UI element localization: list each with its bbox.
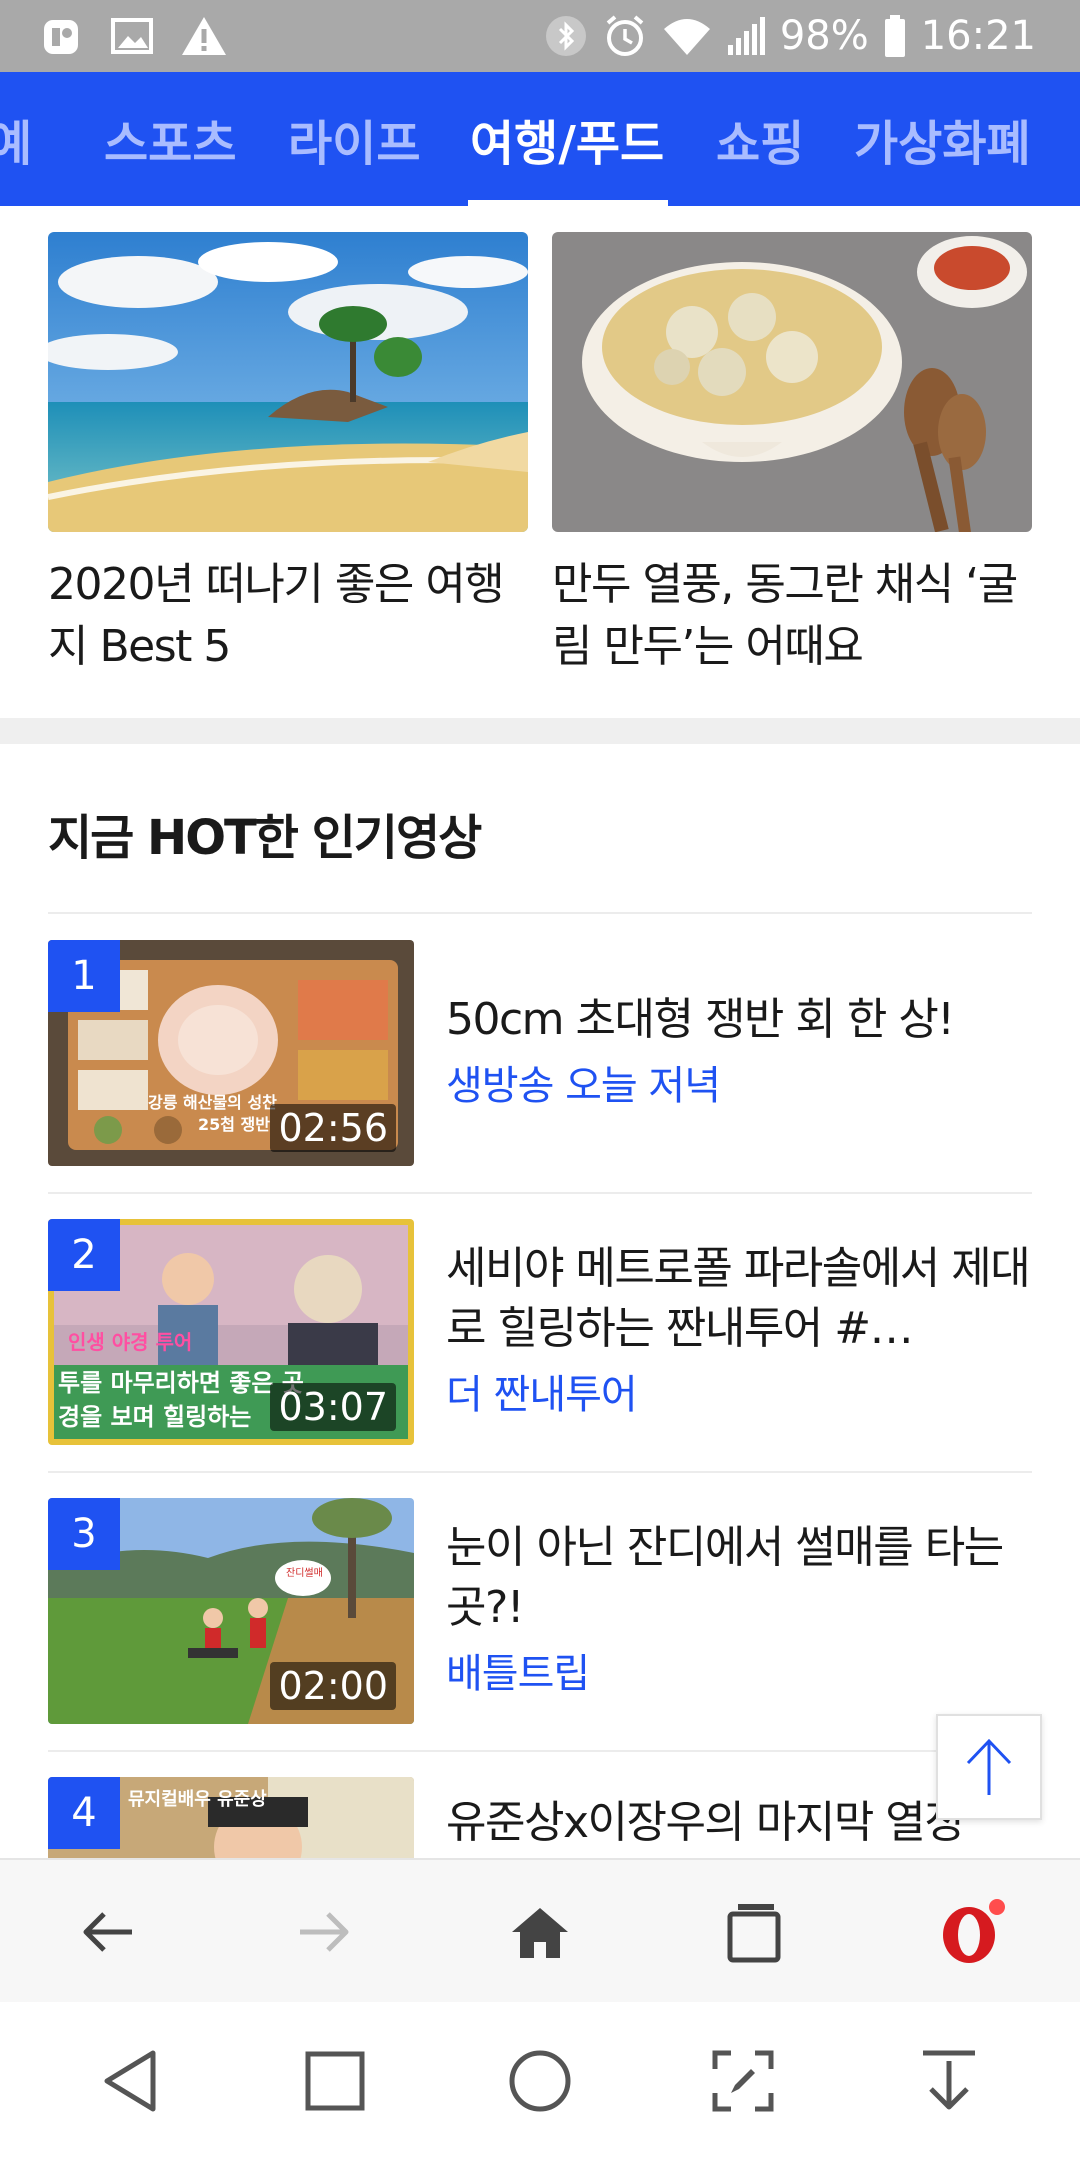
recents-square-icon — [305, 2051, 365, 2111]
video-title[interactable]: 50cm 초대형 쟁반 회 한 상! — [446, 990, 1032, 1050]
forward-arrow-icon — [300, 1912, 349, 1952]
tropical-beach-photo[interactable] — [48, 232, 528, 532]
tabs-button[interactable] — [694, 1860, 814, 2004]
video-item[interactable]: 잔디썰매 3 02:00 눈이 아닌 잔디에서 썰매를 타는 곳?! 배틀트립 — [48, 1498, 1032, 1724]
article-card[interactable]: 2020년 떠나기 좋은 여행지 Best 5 — [48, 232, 528, 678]
rank-badge: 2 — [48, 1219, 120, 1291]
wifi-icon — [662, 15, 712, 57]
article-card[interactable]: 만두 열풍, 동그란 채식 ‘굴림 만두’는 어때요 — [552, 232, 1032, 678]
duration-label: 03:07 — [270, 1383, 396, 1431]
status-indicators: 98% 16:21 — [544, 8, 1036, 64]
video-thumbnail[interactable]: 강릉 해산물의 성찬 25첩 쟁반 1 02:56 — [48, 940, 414, 1166]
screenshot-edit-icon — [712, 2050, 774, 2112]
back-arrow-icon — [83, 1912, 132, 1952]
video-item[interactable]: 뮤지컬배우 유준상 4 유준상x이장우의 마지막 열정 — [48, 1777, 1032, 1858]
battery-icon — [883, 14, 907, 58]
tab-shopping[interactable]: 쇼핑 — [716, 72, 804, 206]
system-recents-button[interactable] — [270, 2002, 400, 2160]
download-icon — [923, 2050, 975, 2110]
divider — [48, 912, 1032, 914]
tabs-icon — [727, 1904, 781, 1963]
rank-badge: 3 — [48, 1498, 120, 1570]
rank-badge: 4 — [48, 1777, 120, 1849]
notification-app-icon — [40, 14, 84, 58]
warning-icon — [180, 14, 228, 58]
back-triangle-icon — [104, 2050, 156, 2112]
svg-text:뮤지컬배우 유준상: 뮤지컬배우 유준상 — [128, 1788, 267, 1810]
opera-menu-button[interactable] — [912, 1860, 1032, 2004]
image-icon — [110, 16, 154, 56]
video-info[interactable]: 눈이 아닌 잔디에서 썰매를 타는 곳?! 배틀트립 — [446, 1518, 1032, 1704]
clock: 16:21 — [920, 13, 1036, 59]
system-navigation-bar — [0, 2002, 1080, 2160]
section-divider — [0, 718, 1080, 744]
video-channel[interactable]: 생방송 오늘 저녁 — [446, 1056, 1032, 1116]
video-channel[interactable]: 배틀트립 — [446, 1644, 1032, 1704]
dumpling-soup-photo[interactable] — [552, 232, 1032, 532]
signal-icon — [726, 15, 766, 57]
system-back-button[interactable] — [66, 2002, 196, 2160]
opera-menu-icon — [943, 1899, 1005, 1963]
video-title[interactable]: 세비야 메트로폴 파라솔에서 제대로 힐링하는 짠내투어 #… — [446, 1239, 1032, 1359]
battery-percent: 98% — [779, 13, 869, 59]
system-home-button[interactable] — [475, 2002, 605, 2160]
video-info[interactable]: 세비야 메트로폴 파라솔에서 제대로 힐링하는 짠내투어 #… 더 짠내투어 — [446, 1239, 1032, 1425]
video-item[interactable]: 인생 야경 투어 투를 마무리하면 좋은 곳 경을 보며 힐링하는 2 03:0… — [48, 1219, 1032, 1445]
duration-label: 02:56 — [270, 1104, 396, 1152]
video-item[interactable]: 강릉 해산물의 성찬 25첩 쟁반 1 02:56 50cm 초대형 쟁반 회 … — [48, 940, 1032, 1166]
arrow-up-icon — [966, 1738, 1012, 1795]
tab-crypto[interactable]: 가상화폐 — [854, 72, 1031, 206]
section-title: 지금 HOT한 인기영상 — [48, 810, 482, 866]
svg-text:잔디썰매: 잔디썰매 — [286, 1567, 323, 1579]
home-button[interactable] — [480, 1860, 600, 2004]
screenshot-edit-button[interactable] — [678, 2002, 808, 2160]
svg-text:강릉 해산물의 성찬: 강릉 해산물의 성찬 — [148, 1093, 277, 1112]
article-cards: 2020년 떠나기 좋은 여행지 Best 5 만두 열풍, 동그란 채식 ‘굴… — [0, 206, 1080, 718]
svg-text:투를 마무리하면 좋은 곳: 투를 마무리하면 좋은 곳 — [58, 1369, 304, 1397]
article-title[interactable]: 2020년 떠나기 좋은 여행지 Best 5 — [48, 554, 528, 678]
bluetooth-icon — [544, 14, 588, 58]
duration-label: 02:00 — [270, 1662, 396, 1710]
video-thumbnail[interactable]: 잔디썰매 3 02:00 — [48, 1498, 414, 1724]
svg-text:경을 보며 힐링하는: 경을 보며 힐링하는 — [58, 1403, 251, 1431]
article-title[interactable]: 만두 열풍, 동그란 채식 ‘굴림 만두’는 어때요 — [552, 554, 1032, 678]
alarm-icon — [602, 13, 648, 59]
browser-toolbar — [0, 1858, 1080, 2002]
divider — [48, 1750, 1032, 1752]
download-button[interactable] — [884, 2002, 1014, 2160]
video-channel[interactable]: 더 짠내투어 — [446, 1365, 1032, 1425]
tab-sports[interactable]: 스포츠 — [104, 72, 236, 206]
video-title[interactable]: 눈이 아닌 잔디에서 썰매를 타는 곳?! — [446, 1518, 1032, 1638]
back-button[interactable] — [48, 1860, 168, 2004]
home-circle-icon — [509, 2050, 571, 2112]
svg-text:인생 야경 투어: 인생 야경 투어 — [68, 1330, 192, 1354]
forward-button[interactable] — [264, 1860, 384, 2004]
video-thumbnail[interactable]: 뮤지컬배우 유준상 4 — [48, 1777, 414, 1858]
divider — [48, 1471, 1032, 1473]
tab-entertainment[interactable]: 예 — [0, 72, 32, 206]
video-thumbnail[interactable]: 인생 야경 투어 투를 마무리하면 좋은 곳 경을 보며 힐링하는 2 03:0… — [48, 1219, 414, 1445]
video-info[interactable]: 50cm 초대형 쟁반 회 한 상! 생방송 오늘 저녁 — [446, 990, 1032, 1116]
scroll-to-top-button[interactable] — [936, 1714, 1042, 1820]
tab-life[interactable]: 라이프 — [288, 72, 420, 206]
category-tab-bar: 예 스포츠 라이프 여행/푸드 쇼핑 가상화폐 — [0, 72, 1080, 206]
rank-badge: 1 — [48, 940, 120, 1012]
tab-travel-food[interactable]: 여행/푸드 — [470, 72, 664, 206]
home-icon — [512, 1908, 568, 1958]
svg-text:25첩 쟁반: 25첩 쟁반 — [198, 1115, 270, 1134]
divider — [48, 1192, 1032, 1194]
status-notifications — [40, 12, 228, 60]
status-bar: 98% 16:21 — [0, 0, 1080, 72]
